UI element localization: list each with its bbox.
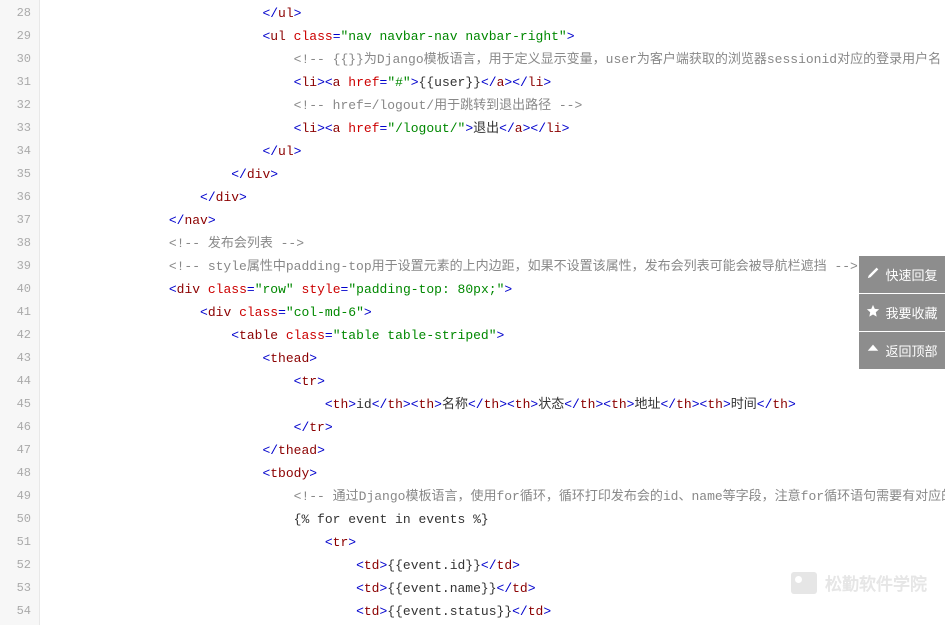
back-top-button[interactable]: 返回顶部 <box>859 332 945 369</box>
code-line[interactable]: <!-- style属性中padding-top用于设置元素的上内边距，如果不设… <box>40 255 945 278</box>
line-number: 32 <box>0 94 39 117</box>
line-number: 40 <box>0 278 39 301</box>
code-line[interactable]: <td>{{event.status}}</td> <box>40 600 945 623</box>
code-line[interactable]: <ul class="nav navbar-nav navbar-right"> <box>40 25 945 48</box>
line-number: 29 <box>0 25 39 48</box>
line-number: 48 <box>0 462 39 485</box>
favorite-button[interactable]: 我要收藏 <box>859 294 945 331</box>
code-line[interactable]: </tr> <box>40 416 945 439</box>
line-number: 39 <box>0 255 39 278</box>
code-line[interactable]: <!-- 发布会列表 --> <box>40 232 945 255</box>
line-number: 45 <box>0 393 39 416</box>
code-area[interactable]: </ul> <ul class="nav navbar-nav navbar-r… <box>40 0 945 625</box>
line-number: 35 <box>0 163 39 186</box>
line-number: 34 <box>0 140 39 163</box>
code-line[interactable]: <li><a href="#">{{user}}</a></li> <box>40 71 945 94</box>
line-number-gutter: 2829303132333435363738394041424344454647… <box>0 0 40 625</box>
line-number: 33 <box>0 117 39 140</box>
line-number: 46 <box>0 416 39 439</box>
code-editor: 2829303132333435363738394041424344454647… <box>0 0 945 625</box>
line-number: 43 <box>0 347 39 370</box>
code-line[interactable]: </ul> <box>40 140 945 163</box>
code-line[interactable]: {% for event in events %} <box>40 508 945 531</box>
line-number: 42 <box>0 324 39 347</box>
code-line[interactable]: <div class="row" style="padding-top: 80p… <box>40 278 945 301</box>
line-number: 38 <box>0 232 39 255</box>
line-number: 36 <box>0 186 39 209</box>
line-number: 41 <box>0 301 39 324</box>
star-icon <box>866 304 880 321</box>
line-number: 53 <box>0 577 39 600</box>
code-line[interactable]: <!-- href=/logout/用于跳转到退出路径 --> <box>40 94 945 117</box>
code-line[interactable]: <tr> <box>40 370 945 393</box>
line-number: 54 <box>0 600 39 623</box>
button-label: 我要收藏 <box>885 303 937 322</box>
code-line[interactable]: <tbody> <box>40 462 945 485</box>
pencil-icon <box>866 266 880 283</box>
wechat-icon <box>791 572 817 594</box>
line-number: 37 <box>0 209 39 232</box>
line-number: 51 <box>0 531 39 554</box>
watermark-text: 松勤软件学院 <box>825 570 927 595</box>
code-line[interactable]: </nav> <box>40 209 945 232</box>
code-line[interactable]: <table class="table table-striped"> <box>40 324 945 347</box>
line-number: 47 <box>0 439 39 462</box>
button-label: 返回顶部 <box>885 341 937 360</box>
float-action-bar: 快速回复我要收藏返回顶部 <box>859 256 945 370</box>
line-number: 52 <box>0 554 39 577</box>
code-line[interactable]: <!-- 通过Django模板语言，使用for循环，循环打印发布会的id、nam… <box>40 485 945 508</box>
line-number: 31 <box>0 71 39 94</box>
code-line[interactable]: <thead> <box>40 347 945 370</box>
code-line[interactable]: <div class="col-md-6"> <box>40 301 945 324</box>
line-number: 49 <box>0 485 39 508</box>
quick-reply-button[interactable]: 快速回复 <box>859 256 945 293</box>
up-icon <box>866 342 880 359</box>
code-line[interactable]: <li><a href="/logout/">退出</a></li> <box>40 117 945 140</box>
code-line[interactable]: <!-- {{}}为Django模板语言，用于定义显示变量，user为客户端获取… <box>40 48 945 71</box>
code-line[interactable]: <th>id</th><th>名称</th><th>状态</th><th>地址<… <box>40 393 945 416</box>
code-line[interactable]: </ul> <box>40 2 945 25</box>
code-line[interactable]: </div> <box>40 163 945 186</box>
code-line[interactable]: </div> <box>40 186 945 209</box>
button-label: 快速回复 <box>885 265 937 284</box>
line-number: 44 <box>0 370 39 393</box>
code-line[interactable]: </thead> <box>40 439 945 462</box>
code-line[interactable]: <tr> <box>40 531 945 554</box>
watermark: 松勤软件学院 <box>791 570 927 595</box>
line-number: 28 <box>0 2 39 25</box>
line-number: 30 <box>0 48 39 71</box>
line-number: 50 <box>0 508 39 531</box>
